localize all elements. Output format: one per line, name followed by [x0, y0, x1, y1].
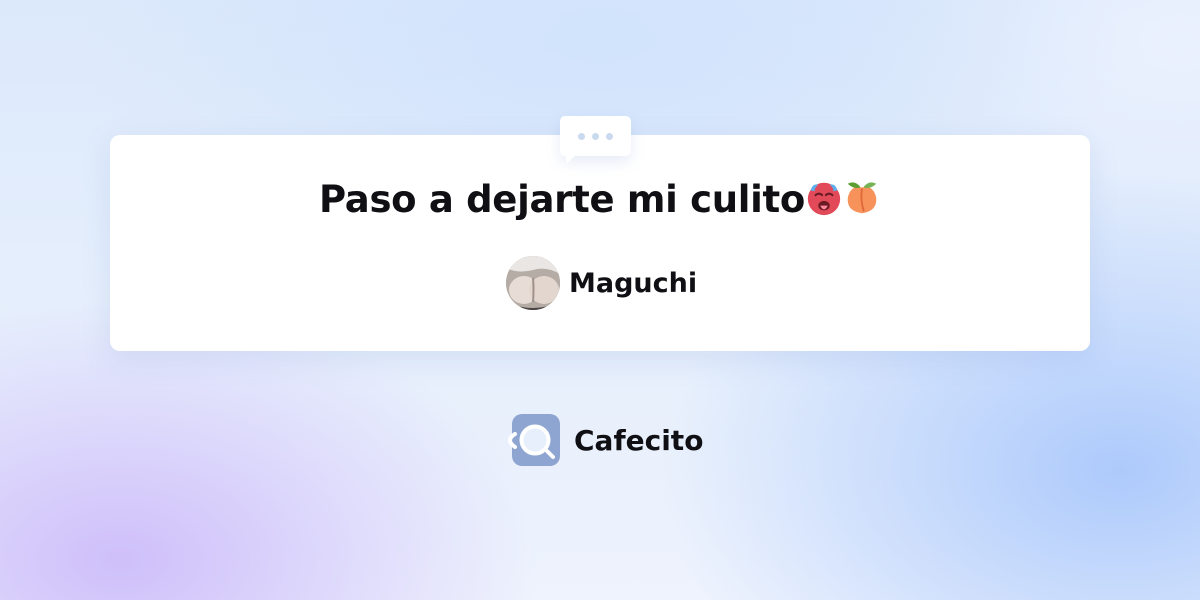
bubble-dot: [578, 132, 585, 140]
bubble-tail: [566, 155, 576, 164]
cafecito-cup-logo-icon[interactable]: [508, 414, 560, 466]
avatar-photo-icon: [506, 256, 560, 310]
avatar[interactable]: [506, 256, 560, 310]
brand-name[interactable]: Cafecito: [574, 424, 703, 457]
message-card: [110, 135, 1090, 351]
bubble-dot: [592, 132, 599, 140]
author-name[interactable]: Maguchi: [569, 268, 697, 299]
brand[interactable]: Cafecito: [508, 414, 703, 466]
peach-emoji-icon: [847, 182, 877, 214]
hot-face-emoji-icon: [807, 182, 841, 216]
speech-bubble-icon: [560, 116, 631, 164]
author[interactable]: Maguchi: [506, 256, 697, 310]
message-text-line: Paso a dejarte mi culito: [0, 178, 1200, 221]
bubble-dot: [606, 132, 613, 140]
message-text: Paso a dejarte mi culito: [318, 178, 806, 221]
